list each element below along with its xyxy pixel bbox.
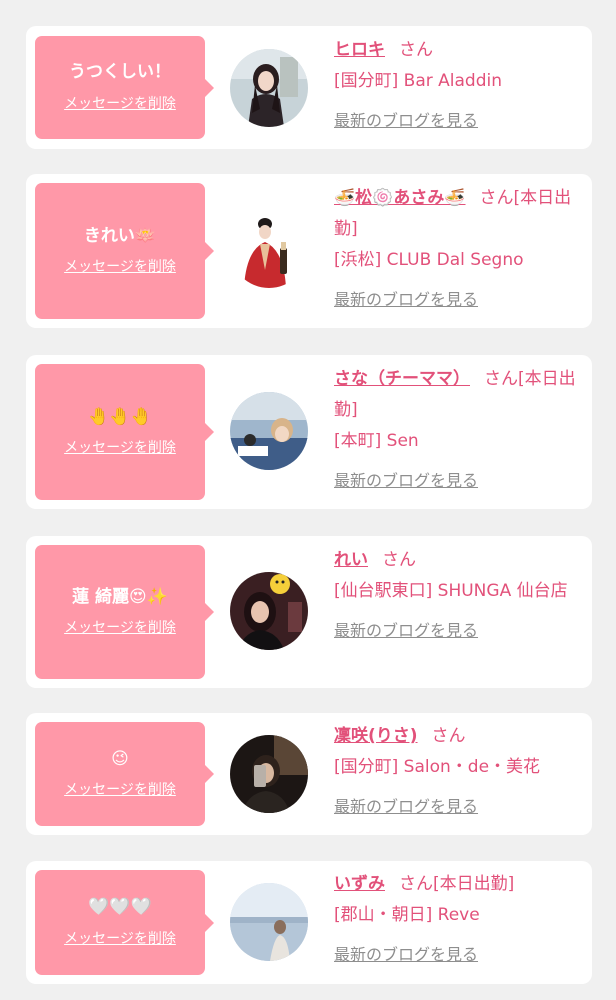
honorific: さん	[484, 369, 518, 389]
latest-blog-link[interactable]: 最新のブログを見る	[334, 615, 584, 646]
message-bubble: 🤚🤚🤚 メッセージを削除	[35, 364, 214, 500]
shop-name: [仙台駅東口] SHUNGA 仙台店	[334, 581, 568, 601]
sender-name-line: さな（チーママ） さん[本日出勤]	[334, 364, 584, 426]
avatar[interactable]	[230, 883, 308, 961]
shop-name: [浜松] CLUB Dal Segno	[334, 250, 524, 270]
delete-message-link[interactable]: メッセージを削除	[64, 617, 176, 637]
avatar[interactable]	[230, 392, 308, 470]
message-card: きれい🪷 メッセージを削除 🍜松🍥あさみ🍜 さん[本日出勤] [浜松] CLUB …	[26, 174, 592, 328]
delete-message-link[interactable]: メッセージを削除	[64, 779, 176, 799]
sender-name-link[interactable]: れい	[334, 550, 368, 570]
sender-name-line: れい さん	[334, 545, 584, 576]
honorific: さん	[399, 874, 433, 894]
latest-blog-link[interactable]: 最新のブログを見る	[334, 939, 584, 970]
sender-info: 🍜松🍥あさみ🍜 さん[本日出勤] [浜松] CLUB Dal Segno 最新のブ…	[334, 183, 584, 315]
delete-message-link[interactable]: メッセージを削除	[64, 93, 176, 113]
latest-blog-link[interactable]: 最新のブログを見る	[334, 284, 584, 315]
scrolled-content-top	[0, 0, 616, 8]
shop-name: [本町] Sen	[334, 431, 419, 451]
message-card: うつくしい！ メッセージを削除 ヒロキ さん [国分町] Bar Aladdin …	[26, 26, 592, 149]
honorific: さん	[382, 550, 416, 570]
honorific: さん	[479, 188, 514, 208]
shop-name: [国分町] Bar Aladdin	[334, 71, 502, 91]
shop-name: [国分町] Salon・de・美花	[334, 757, 541, 777]
message-card: 🤚🤚🤚 メッセージを削除 さな（チーママ） さん[本日出勤] [本町] Sen 最…	[26, 355, 592, 509]
sender-name-line: ヒロキ さん	[334, 35, 584, 66]
honorific: さん	[431, 726, 466, 746]
sender-info: 凜咲(りさ) さん [国分町] Salon・de・美花 最新のブログを見る	[334, 721, 584, 822]
delete-message-link[interactable]: メッセージを削除	[64, 928, 176, 948]
message-bubble: うつくしい！ メッセージを削除	[35, 36, 214, 139]
message-text: うつくしい！	[69, 62, 171, 83]
shop-name: [郡山・朝日] Reve	[334, 905, 480, 925]
message-text: 蓮 綺麗😍✨	[72, 586, 168, 607]
latest-blog-link[interactable]: 最新のブログを見る	[334, 791, 584, 822]
delete-message-link[interactable]: メッセージを削除	[64, 437, 176, 457]
sender-info: ヒロキ さん [国分町] Bar Aladdin 最新のブログを見る	[334, 35, 584, 136]
message-bubble: 🤍🤍🤍 メッセージを削除	[35, 870, 214, 975]
sender-info: いずみ さん[本日出勤] [郡山・朝日] Reve 最新のブログを見る	[334, 869, 584, 970]
sender-name-link[interactable]: 🍜松🍥あさみ🍜	[334, 188, 466, 208]
attendance-status: [本日出勤]	[433, 874, 515, 894]
message-text: 😉	[111, 748, 129, 769]
message-bubble: 😉 メッセージを削除	[35, 722, 214, 826]
sender-name-line: 凜咲(りさ) さん	[334, 721, 584, 752]
sender-name-link[interactable]: ヒロキ	[334, 40, 385, 60]
message-text: 🤍🤍🤍	[88, 897, 152, 918]
message-card: 😉 メッセージを削除 凜咲(りさ) さん [国分町] Salon・de・美花 最新…	[26, 713, 592, 835]
sender-name-link[interactable]: いずみ	[334, 874, 385, 894]
latest-blog-link[interactable]: 最新のブログを見る	[334, 105, 584, 136]
message-card: 蓮 綺麗😍✨ メッセージを削除 れい さん [仙台駅東口] SHUNGA 仙台店 …	[26, 536, 592, 688]
latest-blog-link[interactable]: 最新のブログを見る	[334, 465, 584, 496]
message-text: 🤚🤚🤚	[88, 406, 152, 427]
sender-name-line: 🍜松🍥あさみ🍜 さん[本日出勤]	[334, 183, 584, 245]
message-text: きれい🪷	[83, 225, 157, 246]
honorific: さん	[399, 40, 433, 60]
avatar[interactable]	[230, 49, 308, 127]
message-card: 🤍🤍🤍 メッセージを削除 いずみ さん[本日出勤] [郡山・朝日] Reve 最新…	[26, 861, 592, 984]
sender-info: さな（チーママ） さん[本日出勤] [本町] Sen 最新のブログを見る	[334, 364, 584, 496]
sender-name-line: いずみ さん[本日出勤]	[334, 869, 584, 900]
message-bubble: 蓮 綺麗😍✨ メッセージを削除	[35, 545, 214, 679]
sender-info: れい さん [仙台駅東口] SHUNGA 仙台店 最新のブログを見る	[334, 545, 584, 646]
delete-message-link[interactable]: メッセージを削除	[64, 256, 176, 276]
avatar[interactable]	[230, 210, 308, 288]
message-bubble: きれい🪷 メッセージを削除	[35, 183, 214, 319]
sender-name-link[interactable]: さな（チーママ）	[334, 369, 470, 389]
avatar[interactable]	[230, 572, 308, 650]
avatar[interactable]	[230, 735, 308, 813]
sender-name-link[interactable]: 凜咲(りさ)	[334, 726, 418, 746]
